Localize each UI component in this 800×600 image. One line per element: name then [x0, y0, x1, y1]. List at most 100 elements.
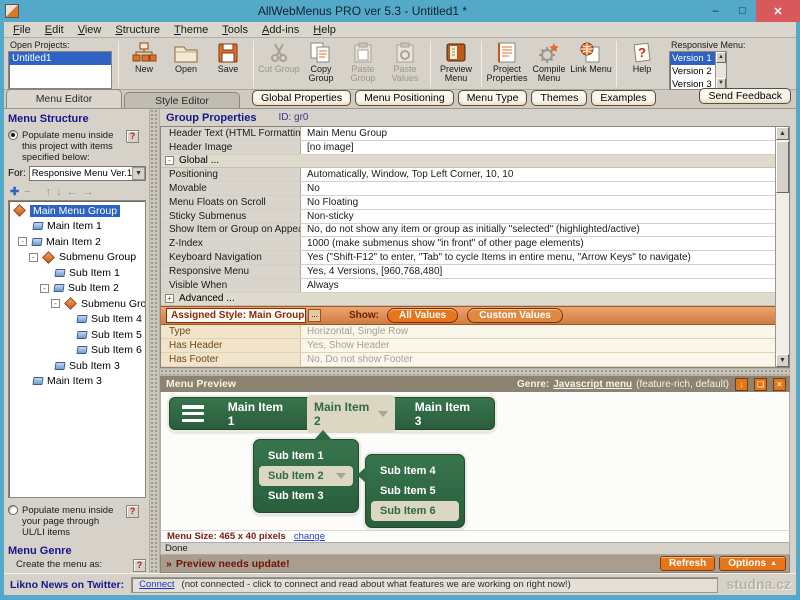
style-property-row[interactable]: TypeHorizontal, Single Row: [161, 325, 775, 339]
style-property-row[interactable]: Has FooterNo, Do not show Footer: [161, 353, 775, 367]
tree-item[interactable]: -Submenu Group: [9, 250, 145, 266]
preview-sub-item-highlighted[interactable]: Sub Item 2: [259, 466, 353, 486]
open-button[interactable]: Open: [165, 39, 207, 74]
menu-addins[interactable]: Add-ins: [255, 23, 306, 37]
tree-item[interactable]: Main Item 1: [9, 219, 145, 235]
move-right-icon[interactable]: →: [83, 186, 94, 198]
project-properties-button[interactable]: Project Properties: [486, 39, 528, 83]
collapse-icon[interactable]: -: [29, 253, 38, 262]
version-item[interactable]: Version 2: [670, 65, 715, 78]
property-group-row[interactable]: -Global ...: [161, 155, 775, 169]
preview-menu-button[interactable]: Preview Menu: [435, 39, 477, 83]
genre-link[interactable]: Javascript menu: [553, 379, 632, 390]
collapse-icon[interactable]: -: [40, 284, 49, 293]
move-left-icon[interactable]: ←: [67, 186, 78, 198]
options-button[interactable]: Options▲: [719, 556, 786, 571]
link-menu-button[interactable]: Link Menu: [570, 39, 612, 74]
preview-sub-item-highlighted[interactable]: Sub Item 6: [371, 501, 459, 521]
help-button[interactable]: ? Help: [621, 39, 663, 74]
menu-view[interactable]: View: [71, 23, 109, 37]
move-down-icon[interactable]: ↓: [56, 186, 62, 198]
property-row[interactable]: Visible WhenAlways: [161, 279, 775, 293]
hamburger-icon[interactable]: [182, 405, 204, 422]
responsive-versions-listbox[interactable]: Version 1 Version 2 Version 3 ▲ ▼: [669, 51, 727, 90]
help-question-icon[interactable]: ?: [126, 130, 139, 143]
paste-values-button[interactable]: Paste Values: [384, 39, 426, 83]
menu-theme[interactable]: Theme: [167, 23, 215, 37]
property-row[interactable]: MovableNo: [161, 182, 775, 196]
tree-item[interactable]: -Main Item 2: [9, 234, 145, 250]
tree-item[interactable]: Sub Item 4: [9, 312, 145, 328]
project-item[interactable]: Untitled1: [9, 52, 111, 65]
open-projects-listbox[interactable]: Untitled1: [8, 51, 112, 89]
expand-icon[interactable]: +: [165, 294, 174, 303]
scrollbar-thumb[interactable]: [776, 141, 789, 193]
tree-item[interactable]: Sub Item 1: [9, 265, 145, 281]
menu-type-button[interactable]: Menu Type: [458, 90, 528, 106]
close-preview-icon[interactable]: ✕: [773, 378, 786, 391]
horizontal-splitter[interactable]: [160, 368, 790, 376]
restore-window-icon[interactable]: ❏: [754, 378, 767, 391]
property-group-row[interactable]: +Advanced ...: [161, 293, 775, 307]
property-row[interactable]: Show Item or Group on AppearNo, do not s…: [161, 224, 775, 238]
connect-link[interactable]: Connect: [139, 579, 174, 590]
property-row[interactable]: Header Text (HTML Formatting)Main Menu G…: [161, 127, 775, 141]
assigned-style-more-button[interactable]: ...: [308, 309, 321, 322]
preview-main-item-highlighted[interactable]: Main Item 2: [307, 395, 395, 433]
scroll-down-icon[interactable]: ▼: [776, 354, 789, 367]
property-row[interactable]: Z-Index1000 (make submenus show "in fron…: [161, 237, 775, 251]
menu-positioning-button[interactable]: Menu Positioning: [355, 90, 454, 106]
preview-main-item[interactable]: Main Item 3: [401, 400, 488, 428]
collapse-icon[interactable]: -: [51, 299, 60, 308]
download-icon[interactable]: ↓: [735, 378, 748, 391]
help-question-icon[interactable]: ?: [133, 559, 146, 572]
all-values-button[interactable]: All Values: [387, 308, 458, 323]
tab-menu-editor[interactable]: Menu Editor: [6, 89, 122, 108]
change-size-link[interactable]: change: [294, 531, 325, 542]
add-item-icon[interactable]: ✚: [10, 185, 19, 198]
tree-item[interactable]: -Sub Item 2: [9, 281, 145, 297]
preview-sub-item[interactable]: Sub Item 1: [259, 446, 353, 466]
custom-values-button[interactable]: Custom Values: [467, 308, 563, 323]
examples-button[interactable]: Examples: [591, 90, 655, 106]
move-up-icon[interactable]: ↑: [46, 186, 52, 198]
property-row[interactable]: Sticky SubmenusNon-sticky: [161, 210, 775, 224]
new-button[interactable]: New: [123, 39, 165, 74]
radio-populate-ulli[interactable]: [8, 505, 18, 515]
remove-item-icon[interactable]: −: [24, 186, 30, 198]
property-row[interactable]: Header Image[no image]: [161, 141, 775, 155]
scroll-up-icon[interactable]: ▲: [716, 52, 726, 63]
tree-item[interactable]: -Submenu Group+: [9, 296, 145, 312]
cut-group-button[interactable]: Cut Group: [258, 39, 300, 74]
paste-group-button[interactable]: Paste Group: [342, 39, 384, 83]
minimize-button[interactable]: –: [702, 1, 729, 21]
collapse-icon[interactable]: -: [18, 237, 27, 246]
maximize-button[interactable]: □: [729, 1, 756, 21]
tree-item[interactable]: Main Menu Group: [9, 203, 145, 219]
assigned-style-box[interactable]: Assigned Style: Main Group Style: [166, 308, 306, 323]
versions-scrollbar[interactable]: ▲ ▼: [715, 52, 726, 89]
preview-sub-item[interactable]: Sub Item 3: [259, 486, 353, 506]
copy-group-button[interactable]: Copy Group: [300, 39, 342, 83]
close-button[interactable]: ✕: [756, 0, 800, 22]
collapse-icon[interactable]: -: [165, 156, 174, 165]
global-properties-button[interactable]: Global Properties: [252, 90, 351, 106]
radio-populate-project[interactable]: [8, 130, 18, 140]
property-row[interactable]: PositioningAutomatically, Window, Top Le…: [161, 168, 775, 182]
menu-edit[interactable]: Edit: [38, 23, 71, 37]
tree-item[interactable]: Sub Item 3: [9, 358, 145, 374]
save-button[interactable]: Save: [207, 39, 249, 74]
menu-file[interactable]: File: [6, 23, 38, 37]
menu-structure[interactable]: Structure: [108, 23, 167, 37]
preview-sub-item[interactable]: Sub Item 5: [371, 481, 459, 501]
tree-item[interactable]: Sub Item 5: [9, 327, 145, 343]
tree-item[interactable]: Sub Item 6: [9, 343, 145, 359]
scroll-up-icon[interactable]: ▲: [776, 127, 789, 140]
property-row[interactable]: Menu Floats on ScrollNo Floating: [161, 196, 775, 210]
preview-sub-item[interactable]: Sub Item 4: [371, 461, 459, 481]
tab-style-editor[interactable]: Style Editor: [124, 92, 240, 108]
menu-tools[interactable]: Tools: [215, 23, 255, 37]
refresh-button[interactable]: Refresh: [660, 556, 715, 571]
property-row[interactable]: Keyboard NavigationYes ("Shift-F12" to e…: [161, 251, 775, 265]
responsive-version-dropdown[interactable]: Responsive Menu Ver.1 ▼: [29, 166, 146, 181]
